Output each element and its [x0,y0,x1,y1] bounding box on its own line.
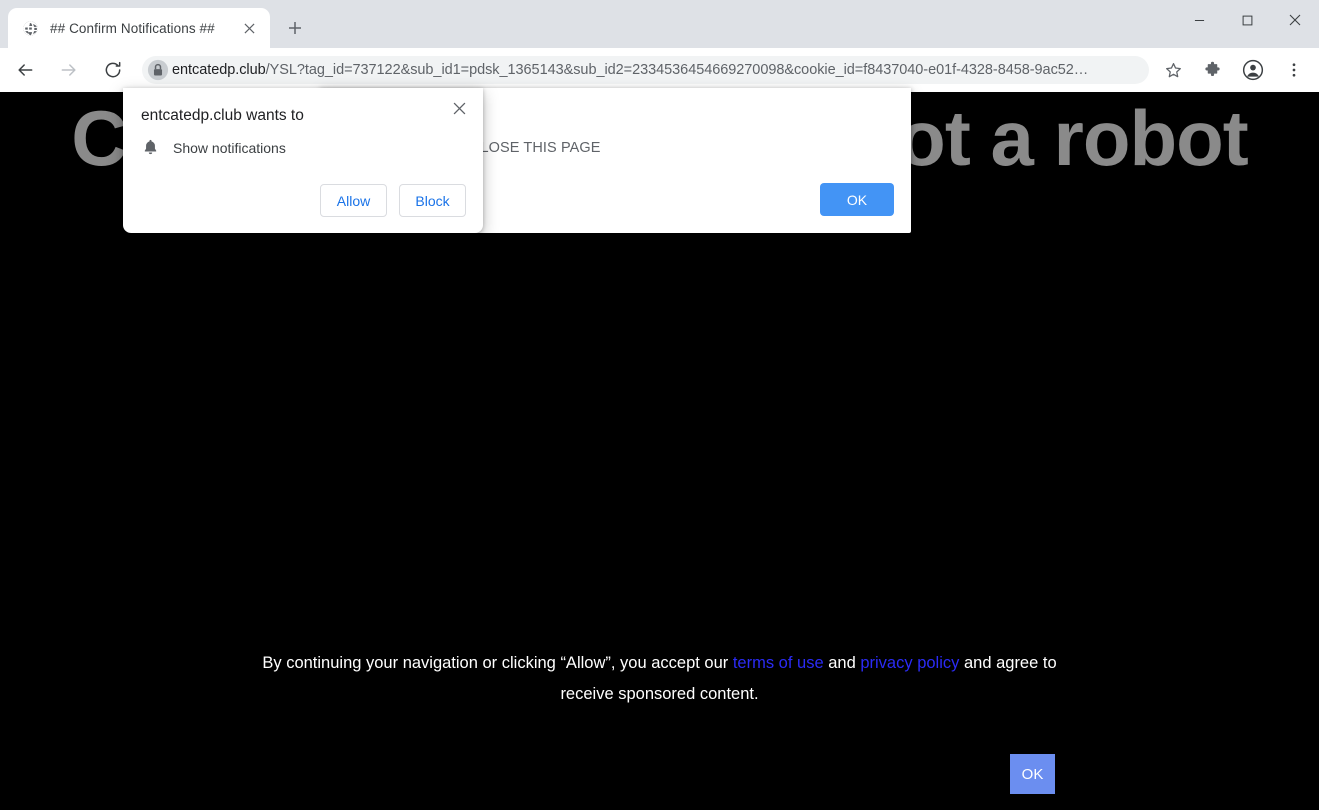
url-path: /YSL?tag_id=737122&sub_id1=pdsk_1365143&… [265,62,1089,78]
browser-menu-button[interactable] [1278,54,1310,86]
url-host: entcatedp.club [172,62,266,78]
window-minimize-button[interactable] [1175,0,1223,40]
back-arrow-icon [18,64,33,76]
window-controls [1175,0,1319,40]
url-text: entcatedp.club/YSL?tag_id=737122&sub_id1… [172,62,1096,78]
permission-close-icon[interactable] [445,94,473,122]
globe-icon [23,20,38,36]
permission-actions: Allow Block [320,184,466,217]
notification-permission-dialog: entcatedp.club wants to Show notificatio… [123,88,483,233]
browser-window: ## Confirm Notifications ## entcatedp.cl… [0,0,1319,810]
address-bar[interactable]: entcatedp.club/YSL?tag_id=737122&sub_id1… [142,56,1149,84]
consent-middle: and [823,654,861,672]
permission-title: entcatedp.club wants to [141,107,304,124]
extensions-button[interactable] [1196,54,1228,86]
browser-tab[interactable]: ## Confirm Notifications ## [8,8,270,48]
browser-toolbar: entcatedp.club/YSL?tag_id=737122&sub_id1… [0,48,1319,92]
tab-title: ## Confirm Notifications ## [50,20,215,36]
reload-button[interactable] [97,54,129,86]
permission-row-label: Show notifications [173,139,286,156]
bell-icon [144,139,157,155]
forward-arrow-icon [61,64,76,76]
lock-icon [147,59,169,81]
minimize-icon [1194,19,1204,21]
close-icon [1289,14,1301,26]
puzzle-piece-icon [1204,61,1220,76]
site-info-button[interactable] [144,56,172,84]
window-maximize-button[interactable] [1223,0,1271,40]
new-tab-button[interactable] [279,12,311,44]
forward-button [53,54,85,86]
permission-row: Show notifications [141,138,286,157]
privacy-policy-link[interactable]: privacy policy [860,654,959,672]
back-button[interactable] [9,54,41,86]
star-icon [1165,62,1181,77]
maximize-icon [1242,15,1252,25]
three-dot-menu-icon [1292,63,1296,77]
consent-ok-button[interactable]: OK [1010,754,1055,794]
window-close-button[interactable] [1271,0,1319,40]
tab-strip: ## Confirm Notifications ## [0,0,1319,48]
consent-banner: By continuing your navigation or clickin… [0,648,1319,710]
alert-ok-button[interactable]: OK [820,183,894,216]
allow-button[interactable]: Allow [320,184,387,217]
terms-of-use-link[interactable]: terms of use [733,654,824,672]
block-button[interactable]: Block [399,184,466,217]
reload-icon [105,61,121,78]
plus-icon [289,22,301,34]
tab-close-icon[interactable] [238,17,260,39]
bookmark-button[interactable] [1157,54,1189,86]
account-avatar-icon [1242,59,1264,81]
consent-prefix: By continuing your navigation or clickin… [262,654,733,672]
profile-button[interactable] [1237,54,1269,86]
